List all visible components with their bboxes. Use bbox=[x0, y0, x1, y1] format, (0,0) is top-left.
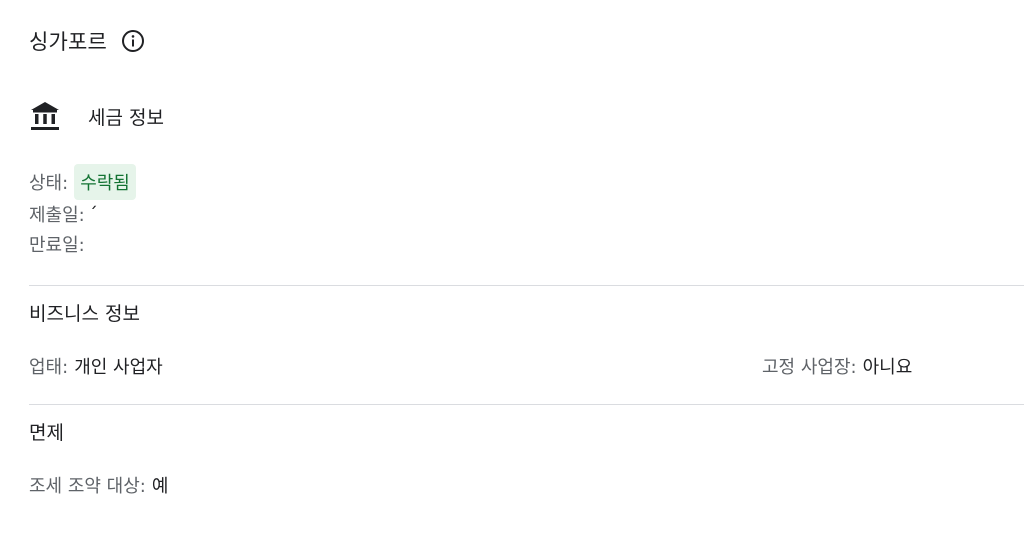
business-info-title: 비즈니스 정보 bbox=[29, 303, 140, 325]
expiry-label: 만료일: bbox=[29, 235, 85, 256]
submitted-field: 제출일: ´ bbox=[29, 201, 98, 227]
fixed-establishment-label: 고정 사업장: bbox=[762, 357, 857, 378]
tax-treaty-value: 예 bbox=[151, 476, 169, 497]
fixed-establishment-value: 아니요 bbox=[862, 357, 913, 378]
business-type-field: 업태: 개인 사업자 bbox=[29, 353, 163, 379]
tax-info-title: 세금 정보 bbox=[88, 106, 164, 129]
divider bbox=[29, 285, 1024, 286]
tax-treaty-label: 조세 조약 대상: bbox=[29, 476, 146, 497]
status-field: 상태: 수락됨 bbox=[29, 164, 136, 200]
submitted-value: ´ bbox=[88, 203, 98, 225]
info-icon[interactable] bbox=[121, 29, 145, 53]
tax-info-page: 싱가포르 세금 정보 상태: 수락됨 제출일: ´ 만료일: 비즈니스 정보 업… bbox=[0, 0, 1024, 540]
fixed-establishment-field: 고정 사업장: 아니요 bbox=[762, 353, 912, 379]
business-type-value: 개인 사업자 bbox=[74, 357, 163, 378]
expiry-field: 만료일: bbox=[29, 231, 89, 257]
country-title: 싱가포르 bbox=[29, 30, 108, 54]
tax-info-header: 세금 정보 bbox=[29, 99, 164, 133]
divider bbox=[29, 404, 1024, 405]
country-header: 싱가포르 bbox=[29, 26, 145, 56]
bank-icon bbox=[29, 100, 61, 132]
status-badge: 수락됨 bbox=[74, 164, 136, 200]
exemption-title: 면제 bbox=[29, 422, 64, 444]
tax-treaty-field: 조세 조약 대상: 예 bbox=[29, 472, 168, 498]
submitted-label: 제출일: bbox=[29, 205, 85, 226]
business-type-label: 업태: bbox=[29, 357, 69, 378]
status-label: 상태: bbox=[29, 173, 69, 194]
